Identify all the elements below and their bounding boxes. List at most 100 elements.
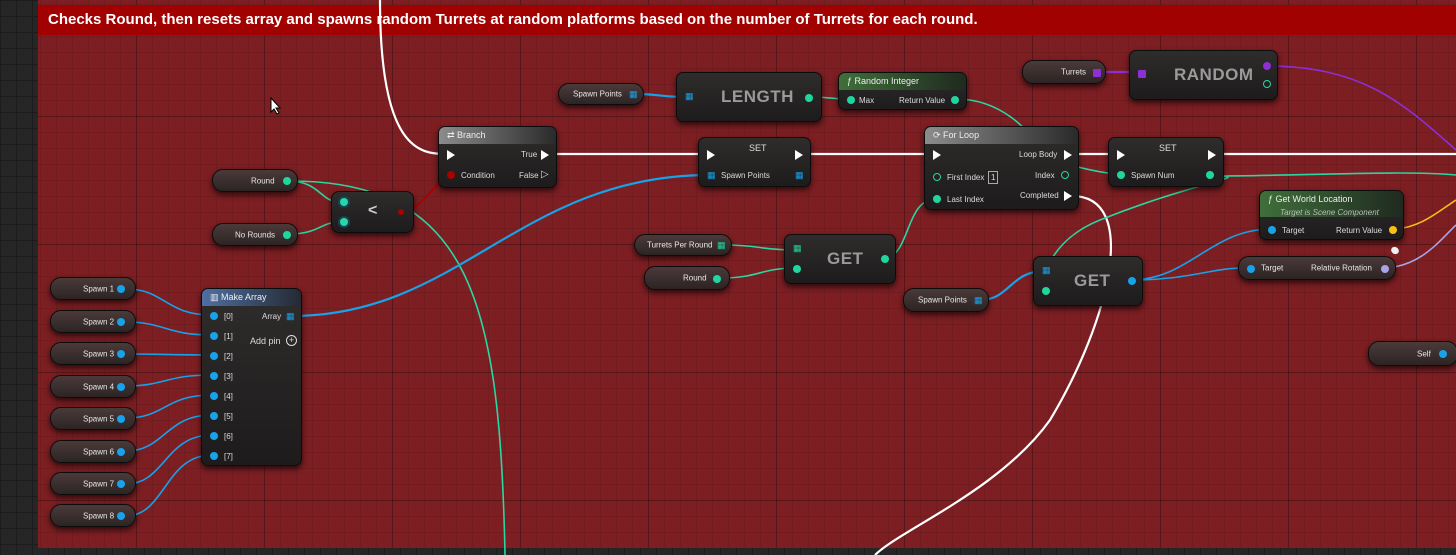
set-spawn-num-node[interactable]: SET Spawn Num: [1108, 137, 1224, 187]
completed-pin[interactable]: [1064, 191, 1072, 201]
spawn-pin[interactable]: [117, 480, 125, 488]
max-pin[interactable]: [847, 96, 855, 104]
spawn-var-node[interactable]: Spawn 8: [50, 504, 136, 527]
branch-node[interactable]: ⇄ Branch True Condition False ▷: [438, 126, 557, 188]
relative-rotation-node[interactable]: Target Relative Rotation: [1238, 256, 1396, 280]
set2-exec-out[interactable]: [1208, 150, 1216, 160]
loop-body-pin[interactable]: [1064, 150, 1072, 160]
spawn-var-node[interactable]: Spawn 2: [50, 310, 136, 333]
length-node[interactable]: ▦ LENGTH: [676, 72, 822, 122]
length-in-pin[interactable]: ▦: [685, 91, 693, 102]
for-loop-node[interactable]: ⟳ For Loop Loop Body First Index 1 Index…: [924, 126, 1079, 210]
set1-exec-in[interactable]: [707, 150, 715, 160]
get-turrets-per-round-node[interactable]: ▦ GET: [784, 234, 896, 284]
get1-index-pin[interactable]: [793, 265, 801, 273]
array-icon[interactable]: ▦: [717, 240, 725, 251]
exec-wire-completed: [874, 194, 1112, 555]
self-var-node[interactable]: Self: [1368, 341, 1456, 366]
spawn-pin[interactable]: [117, 350, 125, 358]
branch-condition-pin[interactable]: [447, 171, 455, 179]
branch-exec-in[interactable]: [447, 150, 455, 160]
round-pin[interactable]: [283, 177, 291, 185]
round2-pin[interactable]: [713, 275, 721, 283]
for-loop-exec-in[interactable]: [933, 150, 941, 160]
set1-out-pin[interactable]: ▦: [795, 170, 803, 181]
less-a-pin[interactable]: [340, 198, 348, 206]
spawn-var-node[interactable]: Spawn 1: [50, 277, 136, 300]
turrets-var-node[interactable]: Turrets: [1022, 60, 1106, 84]
spawn-var-node[interactable]: Spawn 7: [50, 472, 136, 495]
for-loop-header: ⟳ For Loop: [925, 127, 1078, 144]
spawn-pin[interactable]: [117, 285, 125, 293]
less-b-pin[interactable]: [340, 218, 348, 226]
array-icon: ▥: [210, 292, 222, 302]
spawn-points-var-top[interactable]: Spawn Points ▦: [558, 83, 644, 105]
set2-out-pin[interactable]: [1206, 171, 1214, 179]
make-array-node[interactable]: ▥ Make Array Array ▦ Add pin + [0] [1] [2]…: [201, 288, 302, 466]
no-rounds-var-node[interactable]: No Rounds: [212, 223, 298, 246]
round-var-node-2[interactable]: Round: [644, 266, 730, 290]
gwl-target-pin[interactable]: [1268, 226, 1276, 234]
make-array-input-pin[interactable]: [210, 312, 218, 320]
make-array-input-pin[interactable]: [210, 412, 218, 420]
get2-array-pin[interactable]: ▦: [1042, 265, 1050, 276]
make-array-input-pin[interactable]: [210, 432, 218, 440]
get-spawn-points-node[interactable]: ▦ GET: [1033, 256, 1143, 306]
spawn-pin[interactable]: [117, 448, 125, 456]
set2-exec-in[interactable]: [1117, 150, 1125, 160]
make-array-input-pin[interactable]: [210, 392, 218, 400]
make-array-input-pin[interactable]: [210, 372, 218, 380]
random-bool-pin[interactable]: [1263, 80, 1271, 88]
array-icon[interactable]: ▦: [629, 89, 637, 100]
spawn-pin[interactable]: [117, 383, 125, 391]
random-integer-return-pin[interactable]: [951, 96, 959, 104]
make-array-input-pin[interactable]: [210, 352, 218, 360]
less-out-pin[interactable]: [398, 209, 404, 215]
branch-false-pin[interactable]: ▷: [541, 169, 549, 180]
spawn-var-node[interactable]: Spawn 5: [50, 407, 136, 430]
gwl-return-pin[interactable]: [1389, 226, 1397, 234]
less-than-node[interactable]: <: [331, 191, 414, 233]
random-out-pin[interactable]: [1263, 62, 1271, 70]
spawn-pin[interactable]: [117, 512, 125, 520]
spawn-var-node[interactable]: Spawn 6: [50, 440, 136, 463]
get2-index-pin[interactable]: [1042, 287, 1050, 295]
make-array-out-pin[interactable]: ▦: [286, 311, 294, 322]
make-array-header: ▥ Make Array: [202, 289, 301, 306]
round-var-node[interactable]: Round: [212, 169, 298, 192]
first-index-input[interactable]: 1: [988, 171, 999, 184]
random-integer-node[interactable]: ƒ Random Integer Max Return Value: [838, 72, 967, 110]
array-icon[interactable]: ▦: [974, 295, 982, 306]
make-array-input-pin[interactable]: [210, 332, 218, 340]
rr-out-pin[interactable]: [1381, 265, 1389, 273]
add-pin-button[interactable]: +: [286, 335, 297, 346]
spawn-points-var-bottom[interactable]: Spawn Points ▦: [903, 288, 989, 312]
get1-out-pin[interactable]: [881, 255, 889, 263]
turrets-per-round-var[interactable]: Turrets Per Round ▦: [634, 234, 732, 256]
random-in-pin[interactable]: [1138, 70, 1146, 78]
random-node[interactable]: RANDOM: [1129, 50, 1278, 100]
set1-exec-out[interactable]: [795, 150, 803, 160]
last-index-pin[interactable]: [933, 195, 941, 203]
turrets-pin[interactable]: [1093, 69, 1101, 77]
length-out-pin[interactable]: [805, 94, 813, 102]
wire-round-down: [289, 180, 506, 555]
set2-in-pin[interactable]: [1117, 171, 1125, 179]
index-pin[interactable]: [1061, 171, 1069, 179]
make-array-input-pin[interactable]: [210, 452, 218, 460]
no-rounds-pin[interactable]: [283, 231, 291, 239]
rr-target-pin[interactable]: [1247, 265, 1255, 273]
self-pin[interactable]: [1439, 350, 1447, 358]
first-index-pin[interactable]: [933, 173, 941, 181]
spawn-pin[interactable]: [117, 415, 125, 423]
spawn-var-node[interactable]: Spawn 3: [50, 342, 136, 365]
set1-in-pin[interactable]: ▦: [707, 170, 715, 181]
spawn-var-node[interactable]: Spawn 4: [50, 375, 136, 398]
branch-true-pin[interactable]: [541, 150, 549, 160]
function-icon: ƒ: [1268, 194, 1276, 204]
get-world-location-node[interactable]: ƒ Get World Location Target is Scene Com…: [1259, 190, 1404, 240]
spawn-pin[interactable]: [117, 318, 125, 326]
set-spawn-points-node[interactable]: SET ▦ Spawn Points ▦: [698, 137, 811, 187]
get1-array-pin[interactable]: ▦: [793, 243, 801, 254]
get2-out-pin[interactable]: [1128, 277, 1136, 285]
